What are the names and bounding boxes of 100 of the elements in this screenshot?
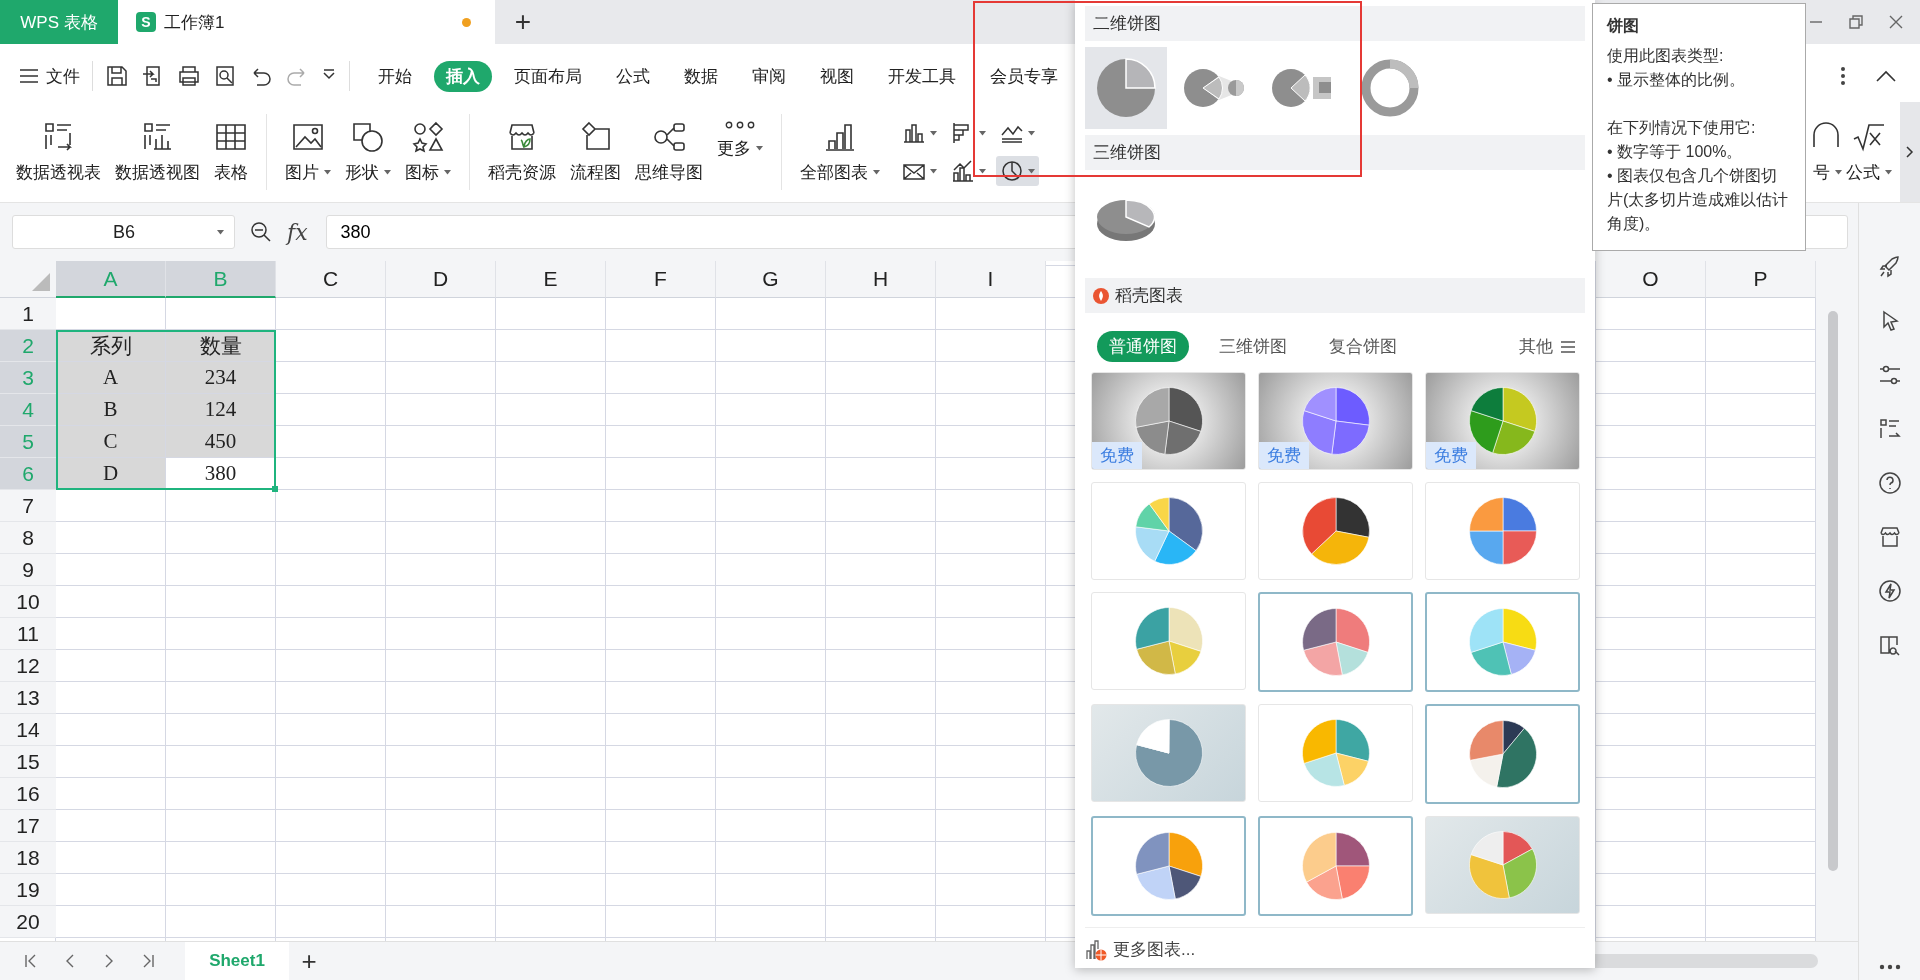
row-header[interactable]: 10 (0, 586, 56, 618)
save-icon[interactable] (105, 64, 129, 88)
last-sheet-icon[interactable] (141, 954, 155, 968)
new-tab-button[interactable]: + (495, 0, 551, 44)
chart-template-thumbnail[interactable] (1425, 704, 1580, 804)
ribbon-button[interactable]: 图标 (401, 116, 455, 188)
column-header[interactable]: C (276, 261, 386, 298)
menu-tab[interactable]: 开始 (366, 60, 424, 92)
pie-chart-drawing (1301, 608, 1370, 676)
restore-icon[interactable] (1848, 14, 1864, 30)
first-sheet-icon[interactable] (24, 954, 38, 968)
column-header[interactable]: D (386, 261, 496, 298)
column-header[interactable]: F (606, 261, 716, 298)
column-header[interactable]: E (496, 261, 606, 298)
file-menu-button[interactable]: 文件 (20, 64, 80, 88)
menu-icon (20, 69, 38, 83)
chart-template-thumbnail[interactable] (1091, 816, 1246, 916)
template-tab[interactable]: 三维饼图 (1207, 331, 1299, 362)
row-header[interactable]: 13 (0, 682, 56, 714)
pie-chart-drawing (1134, 497, 1203, 565)
close-icon[interactable] (1888, 14, 1904, 30)
tooltip-title: 饼图 (1607, 16, 1640, 36)
shell-logo-icon (1093, 287, 1109, 304)
name-box[interactable]: B6 (12, 215, 235, 249)
row-header[interactable]: 9 (0, 554, 56, 586)
collapse-icon[interactable] (1876, 70, 1896, 82)
sliders-icon[interactable] (1877, 363, 1902, 387)
ribbon-button[interactable]: 号 (1810, 116, 1844, 188)
template-tab[interactable]: 普通饼图 (1097, 331, 1189, 362)
chart-type-option[interactable] (1085, 47, 1167, 129)
more-icon[interactable] (1878, 964, 1901, 970)
row-header[interactable]: 1 (0, 298, 56, 330)
other-button[interactable]: 其他 (1519, 335, 1575, 358)
list-icon[interactable] (1877, 417, 1902, 441)
ribbon-button[interactable]: 全部图表 (796, 116, 884, 188)
menu-tab[interactable]: 审阅 (740, 60, 798, 92)
row-header[interactable]: 16 (0, 778, 56, 810)
function-label[interactable]: fx (287, 219, 308, 245)
print-icon[interactable] (177, 64, 201, 88)
ribbon-button[interactable]: 形状 (341, 116, 395, 188)
column-header[interactable]: H (826, 261, 936, 298)
print-preview-icon[interactable] (213, 64, 237, 88)
row-header[interactable]: 14 (0, 714, 56, 746)
column-header[interactable]: I (936, 261, 1046, 298)
zoom-icon[interactable] (249, 220, 273, 244)
ribbon-button[interactable]: 思维导图 (631, 116, 707, 188)
square-circle-icon (351, 120, 385, 153)
chart-type-button[interactable] (996, 156, 1039, 186)
ribbon-button[interactable]: 稻壳资源 (484, 116, 560, 188)
ribbon-button[interactable]: 流程图 (566, 116, 625, 188)
column-header[interactable]: G (716, 261, 826, 298)
tooltip-text: • 显示整体的比例。 (1607, 70, 1747, 90)
caret-icon (930, 130, 937, 136)
template-tab[interactable]: 复合饼图 (1317, 331, 1409, 362)
chevron-right-icon (1906, 146, 1914, 158)
menu-icon (1561, 340, 1575, 353)
menu-tab[interactable]: 会员专享 (978, 60, 1070, 92)
row-header[interactable]: 8 (0, 522, 56, 554)
more-options-icon[interactable] (1840, 66, 1846, 86)
free-badge: 免费 (1259, 442, 1309, 469)
ribbon-button[interactable]: 数据透视图 (111, 116, 204, 188)
storefront-icon[interactable] (1877, 525, 1902, 549)
book-icon[interactable] (1877, 633, 1902, 657)
lightning-icon[interactable] (1877, 579, 1902, 603)
ribbon-button[interactable]: 表格 (210, 116, 252, 188)
add-sheet-button[interactable]: + (289, 945, 329, 977)
row-header[interactable]: 19 (0, 874, 56, 906)
rocket-icon[interactable] (1877, 255, 1902, 279)
table-cell: 数量 (166, 330, 276, 362)
more-charts-link[interactable]: 更多图表... (1113, 938, 1196, 961)
menu-tab[interactable]: 页面布局 (502, 60, 594, 92)
table-cell: 系列 (56, 330, 166, 362)
tooltip-text: • 图表仅包含几个饼图切片(太多切片造成难以估计角度)。 (1607, 166, 1790, 234)
document-tab[interactable]: S 工作簿1 (118, 0, 495, 44)
ribbon-button[interactable]: 更多 (713, 116, 767, 188)
row-header[interactable]: 17 (0, 810, 56, 842)
chart-template-thumbnail[interactable] (1258, 592, 1413, 692)
column-header[interactable]: P (1706, 261, 1816, 298)
mind-map-icon (652, 120, 686, 153)
menu-tab[interactable]: 数据 (672, 60, 730, 92)
chart-template-thumbnail[interactable] (1425, 592, 1580, 692)
row-header[interactable]: 15 (0, 746, 56, 778)
ribbon-button[interactable]: 图片 (281, 116, 335, 188)
column-header[interactable]: O (1596, 261, 1706, 298)
chart-template-thumbnail[interactable] (1258, 816, 1413, 916)
tooltip-text: • 数字等于 100%。 (1607, 142, 1744, 162)
row-header[interactable]: 12 (0, 650, 56, 682)
section-heading: 三维饼图 (1085, 135, 1585, 170)
row-header[interactable]: 20 (0, 906, 56, 938)
row-header[interactable]: 7 (0, 490, 56, 522)
ribbon-button[interactable]: 公式 (1846, 116, 1892, 188)
ribbon-button[interactable]: 数据透视表 (12, 116, 105, 188)
row-header[interactable]: 18 (0, 842, 56, 874)
help-icon[interactable] (1877, 471, 1902, 495)
menu-tab[interactable]: 开发工具 (876, 60, 968, 92)
menu-tab[interactable]: 公式 (604, 60, 662, 92)
pie-chart-drawing (1134, 719, 1203, 787)
table-cell: C (56, 426, 166, 458)
menu-tab[interactable]: 视图 (808, 60, 866, 92)
row-header[interactable]: 11 (0, 618, 56, 650)
